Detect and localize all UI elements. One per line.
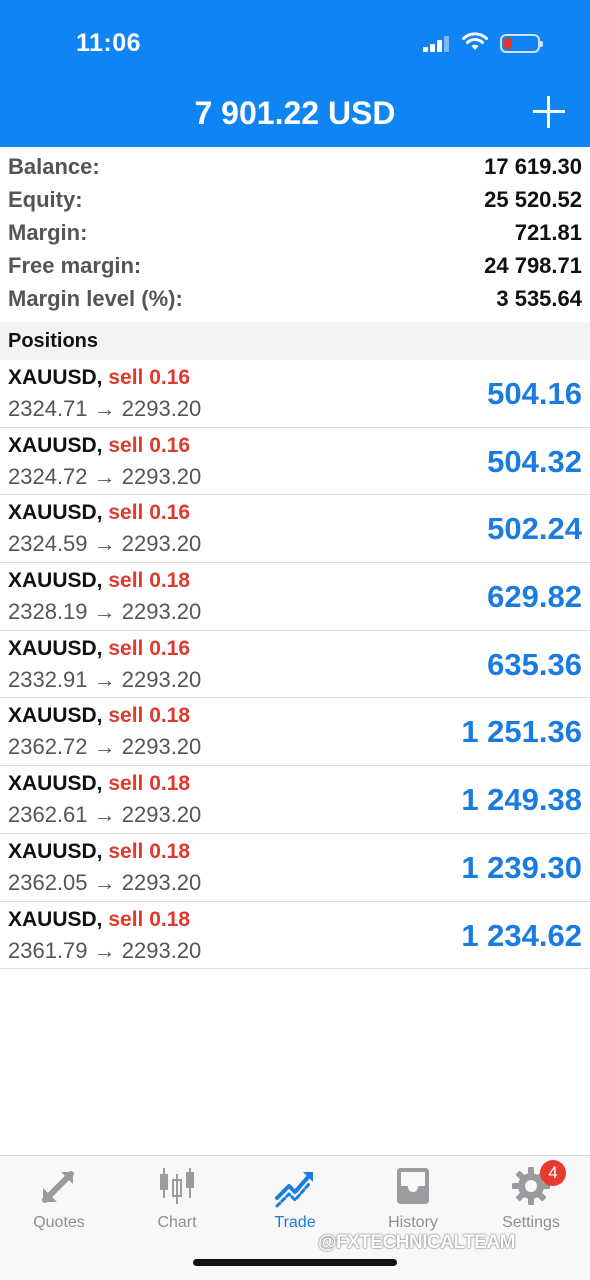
summary-value: 721.81 (514, 219, 582, 245)
summary-row-margin-level: Margin level (%): 3 535.64 (0, 282, 590, 315)
position-profit: 1 239.30 (461, 849, 582, 885)
position-prices: 2328.19 → 2293.20 (8, 599, 202, 625)
position-symbol: XAUUSD, (8, 366, 103, 389)
positions-list: XAUUSD, sell 0.16 2324.71 → 2293.20 504.… (0, 360, 590, 970)
status-time: 11:06 (76, 29, 142, 57)
watermark: @FXTECHNICALTEAM (318, 1232, 516, 1253)
summary-row-balance: Balance: 17 619.30 (0, 150, 590, 183)
tab-quotes[interactable]: Quotes (0, 1164, 118, 1232)
position-row[interactable]: XAUUSD, sell 0.18 2362.61 → 2293.20 1 24… (0, 766, 590, 834)
position-prices: 2324.71 → 2293.20 (8, 396, 202, 421)
tab-label: Settings (502, 1214, 560, 1231)
position-row[interactable]: XAUUSD, sell 0.18 2361.79 → 2293.20 1 23… (0, 902, 590, 970)
position-row[interactable]: XAUUSD, sell 0.16 2332.91 → 2293.20 635.… (0, 631, 590, 699)
position-profit: 1 249.38 (461, 782, 582, 818)
position-profit: 1 234.62 (461, 917, 582, 953)
position-side: sell 0.16 (108, 433, 191, 457)
position-row[interactable]: XAUUSD, sell 0.18 2328.19 → 2293.20 629.… (0, 563, 590, 631)
position-symbol: XAUUSD, (8, 636, 103, 660)
tab-trade[interactable]: Trade (236, 1164, 354, 1232)
position-side: sell 0.16 (108, 366, 191, 389)
summary-value: 17 619.30 (484, 153, 582, 179)
position-side: sell 0.18 (108, 704, 191, 728)
tab-label: Trade (274, 1214, 316, 1231)
app-header: 11:06 7 901.22 USD (0, 0, 590, 147)
position-profit: 629.82 (487, 579, 582, 615)
summary-label: Margin: (8, 219, 88, 245)
wifi-icon (462, 32, 488, 50)
position-prices: 2362.05 → 2293.20 (8, 869, 202, 895)
position-side: sell 0.18 (108, 839, 191, 863)
position-prices: 2324.72 → 2293.20 (8, 463, 202, 489)
position-prices: 2361.79 → 2293.20 (8, 937, 202, 963)
summary-value: 24 798.71 (484, 252, 582, 278)
tab-label: Chart (157, 1214, 197, 1231)
position-row[interactable]: XAUUSD, sell 0.16 2324.59 → 2293.20 502.… (0, 495, 590, 564)
position-profit: 504.32 (487, 443, 582, 479)
position-row[interactable]: XAUUSD, sell 0.18 2362.72 → 2293.20 1 25… (0, 698, 590, 767)
tab-label: Quotes (33, 1214, 85, 1231)
position-profit: 635.36 (487, 646, 582, 682)
position-symbol: XAUUSD, (8, 569, 103, 593)
position-prices: 2362.61 → 2293.20 (8, 802, 202, 828)
position-symbol: XAUUSD, (8, 704, 103, 728)
account-summary: Balance: 17 619.30 Equity: 25 520.52 Mar… (0, 150, 590, 315)
position-row[interactable]: XAUUSD, sell 0.18 2362.05 → 2293.20 1 23… (0, 834, 590, 902)
summary-row-margin: Margin: 721.81 (0, 216, 590, 249)
position-symbol: XAUUSD, (8, 772, 103, 796)
position-prices: 2324.59 → 2293.20 (8, 531, 202, 557)
home-indicator[interactable] (193, 1259, 397, 1266)
add-order-button[interactable] (533, 96, 565, 128)
summary-value: 25 520.52 (484, 186, 582, 212)
tab-settings[interactable]: 4 Settings (472, 1160, 590, 1232)
position-symbol: XAUUSD, (8, 907, 103, 931)
summary-label: Equity: (8, 186, 83, 212)
position-symbol: XAUUSD, (8, 839, 103, 863)
position-profit: 1 251.36 (461, 714, 582, 750)
positions-section-header: Positions (0, 322, 590, 360)
inbox-history-icon (397, 1168, 429, 1204)
tab-chart[interactable]: Chart (118, 1164, 236, 1232)
tab-label: History (388, 1214, 438, 1231)
summary-label: Free margin: (8, 252, 142, 278)
position-row[interactable]: XAUUSD, sell 0.16 2324.72 → 2293.20 504.… (0, 428, 590, 496)
position-prices: 2362.72 → 2293.20 (8, 734, 202, 760)
position-profit: 502.24 (487, 511, 582, 547)
summary-label: Balance: (8, 153, 100, 179)
position-side: sell 0.16 (108, 501, 191, 525)
position-side: sell 0.18 (108, 907, 191, 931)
summary-row-free-margin: Free margin: 24 798.71 (0, 249, 590, 282)
summary-row-equity: Equity: 25 520.52 (0, 183, 590, 216)
tab-history[interactable]: History (354, 1164, 472, 1232)
summary-value: 3 535.64 (496, 285, 582, 311)
quotes-arrows-icon (42, 1171, 74, 1203)
cellular-signal-icon (423, 36, 451, 52)
trade-trend-icon (275, 1172, 313, 1208)
summary-label: Margin level (%): (8, 285, 183, 311)
position-side: sell 0.16 (108, 636, 191, 660)
position-symbol: XAUUSD, (8, 501, 103, 525)
position-profit: 504.16 (487, 376, 582, 411)
position-prices: 2332.91 → 2293.20 (8, 666, 202, 692)
position-side: sell 0.18 (108, 569, 191, 593)
battery-icon (500, 34, 543, 53)
position-side: sell 0.18 (108, 772, 191, 796)
page-title: 7 901.22 USD (194, 95, 396, 131)
position-symbol: XAUUSD, (8, 433, 103, 457)
notification-badge: 4 (540, 1160, 566, 1186)
position-row[interactable]: XAUUSD, sell 0.16 2324.71 → 2293.20 504.… (0, 360, 590, 428)
candlestick-chart-icon (160, 1168, 194, 1204)
